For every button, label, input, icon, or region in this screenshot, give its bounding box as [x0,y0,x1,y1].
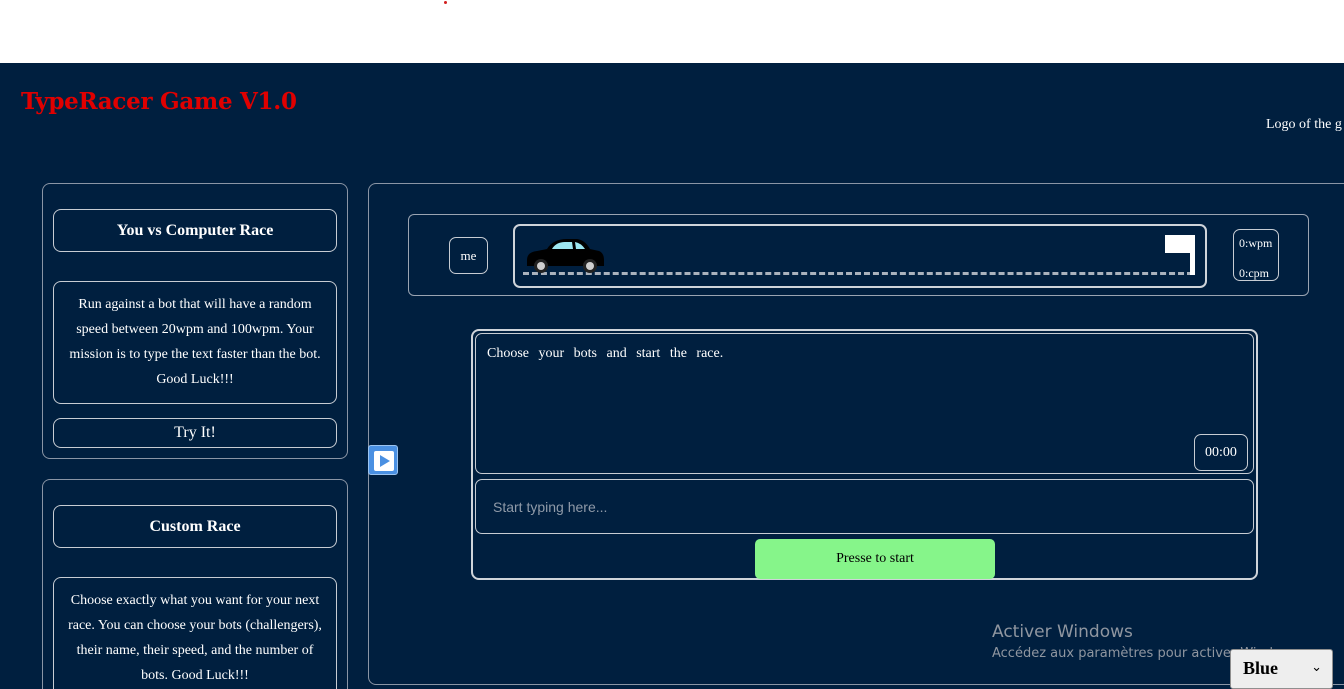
custom-race-description: Choose exactly what you want for your ne… [53,577,337,689]
red-dot [444,1,447,4]
finish-flag-icon [1165,235,1195,275]
player-label: me [449,237,488,274]
play-button[interactable] [368,445,398,475]
logo-alt-text: Logo of the g [1266,117,1342,132]
theme-select[interactable]: Blue ⌄ [1230,649,1333,689]
theme-select-value: Blue [1243,658,1279,678]
custom-race-title: Custom Race [53,505,337,548]
app-main: TypeRacer Game V1.0 Logo of the g You vs… [0,63,1344,689]
race-panel: me 0:wpm 0:cpm Choose your bots and star… [368,183,1344,685]
page-title: TypeRacer Game V1.0 [21,88,297,115]
typing-input[interactable] [475,479,1254,534]
play-icon [374,451,394,471]
wpm-value: 0:wpm [1239,236,1273,250]
typing-area: Choose your bots and start the race. 00:… [471,329,1258,580]
computer-race-card: You vs Computer Race Run against a bot t… [42,183,348,459]
try-it-button[interactable]: Try It! [53,418,337,448]
cpm-value: 0:cpm [1239,266,1269,280]
browser-top-area [0,0,1344,63]
car-icon [527,239,604,273]
computer-race-title: You vs Computer Race [53,209,337,252]
race-timer: 00:00 [1194,434,1248,471]
race-track [513,224,1207,288]
race-text: Choose your bots and start the race. [487,346,724,361]
custom-race-card: Custom Race Choose exactly what you want… [42,479,348,689]
chevron-down-icon: ⌄ [1311,660,1322,675]
speed-stats: 0:wpm 0:cpm [1233,229,1279,281]
watermark-title: Activer Windows [992,622,1133,642]
start-race-button[interactable]: Presse to start [755,539,995,579]
computer-race-description: Run against a bot that will have a rando… [53,281,337,404]
track-lane [523,272,1193,275]
race-track-row: me 0:wpm 0:cpm [408,214,1309,296]
race-text-box: Choose your bots and start the race. 00:… [475,333,1254,474]
